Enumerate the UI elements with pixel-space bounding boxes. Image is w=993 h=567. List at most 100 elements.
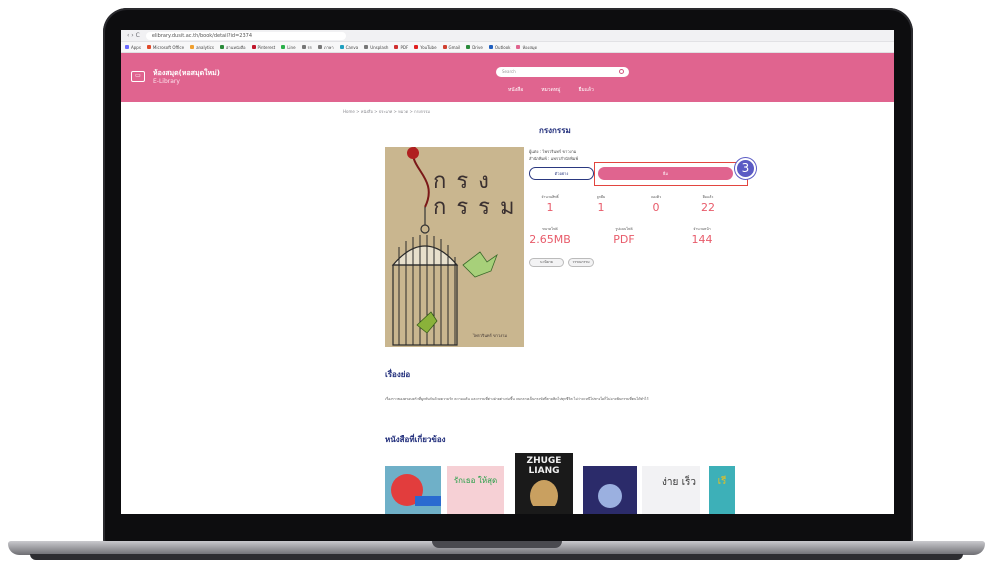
bookmark-item[interactable]: Canva: [339, 45, 358, 50]
bookmark-item[interactable]: PDF: [394, 45, 408, 50]
cover-author: ไพรวรินทร์ ขาวงาม: [473, 333, 508, 338]
nav-item-categories[interactable]: หมวดหมู่: [541, 86, 560, 94]
related-book-1[interactable]: [385, 466, 441, 514]
cover-title-line2: กรรม: [433, 195, 524, 220]
breadcrumb[interactable]: Home > หนังสือ > ประเภท > หมวด > กรงกรรม: [343, 108, 430, 115]
tag-chip[interactable]: วรรณกรรม: [568, 258, 594, 267]
browser-nav-icons[interactable]: ‹ › C: [127, 32, 140, 39]
related-cover-art: [391, 474, 441, 506]
bookmark-item[interactable]: Microsoft Office: [146, 44, 185, 50]
laptop-notch: [432, 541, 562, 548]
step-number-badge: 3: [735, 158, 756, 179]
related-book-3[interactable]: ZHUGE LIANG: [515, 453, 573, 514]
related-title: รักเธอ ให้สุด: [453, 476, 498, 485]
bookmark-label: analytics: [196, 44, 214, 50]
stat-total-borrowed: ยืมแล้ว 22: [683, 194, 733, 214]
bookmark-item[interactable]: Gmail: [442, 44, 461, 50]
bookmark-item[interactable]: YouTube: [414, 44, 437, 50]
bookmark-item[interactable]: Apps: [125, 45, 141, 50]
bookmark-favicon-icon: [146, 45, 151, 49]
url-field[interactable]: elibrary.dusit.ac.th/book/detail?id=2374: [145, 31, 346, 40]
bookmark-item[interactable]: รร: [301, 44, 312, 51]
bookmark-label: รร: [307, 44, 312, 50]
bookmark-item[interactable]: Unsplash: [364, 45, 388, 50]
bookmark-item[interactable]: Drive: [466, 45, 483, 50]
bookmark-label: Unsplash: [370, 44, 389, 50]
book-publisher: สำนักพิมพ์ : แพรวสำนักพิมพ์: [529, 156, 579, 161]
bookmark-label: YouTube: [420, 44, 437, 50]
bookmark-favicon-icon: [414, 45, 419, 49]
related-book-6[interactable]: เรี: [709, 466, 735, 514]
laptop-shadow: [30, 554, 963, 560]
bookmark-item[interactable]: ภาษา: [317, 44, 334, 51]
bookmark-label: PDF: [400, 44, 409, 50]
bookmark-label: ภาษา: [323, 44, 334, 50]
stat-file-format: รูปแบบไฟล์ PDF: [599, 226, 649, 246]
search-icon[interactable]: [619, 69, 624, 74]
bookmark-favicon-icon: [281, 45, 286, 49]
bookmark-favicon-icon: [219, 45, 224, 49]
bookmark-favicon-icon: [317, 45, 322, 49]
bookmark-label: Microsoft Office: [152, 44, 185, 50]
stat-value: 1: [597, 201, 605, 214]
bookmark-favicon-icon: [301, 45, 306, 49]
bookmark-favicon-icon: [339, 45, 344, 49]
laptop-screen: ‹ › C elibrary.dusit.ac.th/book/detail?i…: [121, 30, 894, 514]
bookmark-item[interactable]: Pinterest: [251, 45, 275, 50]
bookmark-item[interactable]: Line: [281, 44, 296, 50]
stat-value: 144: [691, 233, 713, 246]
book-author: ผู้แต่ง : ไพรวรินทร์ ขาวงาม: [529, 149, 577, 154]
related-cover-art: [598, 484, 622, 508]
bookmark-item[interactable]: analytics: [190, 45, 214, 50]
stat-value: PDF: [613, 233, 635, 246]
related-cover-art: [530, 480, 558, 512]
related-heading: หนังสือที่เกี่ยวข้อง: [385, 435, 446, 444]
preview-button[interactable]: ตัวอย่าง: [529, 167, 594, 180]
bookmark-label: Drive: [472, 44, 483, 50]
related-title: เรี: [717, 476, 727, 487]
nav-item-books[interactable]: หนังสือ: [508, 86, 523, 94]
bookmark-label: Line: [287, 44, 296, 50]
book-cover: กรง กรรม ไพรวรินทร์ ขาวงาม: [385, 147, 524, 347]
stat-value: 0: [652, 201, 660, 214]
related-book-2[interactable]: รักเธอ ให้สุด: [447, 466, 504, 514]
stat-rights: จำนวนสิทธิ์ 1: [525, 194, 575, 214]
bookmark-favicon-icon: [394, 45, 399, 49]
synopsis-text: เรื่องราวของครอบครัวที่ผูกพันกันด้วยความ…: [385, 397, 649, 401]
stat-label: จำนวนหน้า: [693, 227, 711, 231]
related-title: ง่าย เร็ว: [662, 477, 696, 488]
bookmark-label: Gmail: [448, 44, 461, 50]
stat-label: จำนวนสิทธิ์: [541, 195, 559, 199]
stat-label: รูปแบบไฟล์: [615, 227, 633, 231]
tag-chip[interactable]: นวนิยาย: [529, 258, 564, 267]
related-book-4[interactable]: [583, 466, 637, 514]
bookmark-item[interactable]: ห้องสมุด: [516, 44, 537, 51]
nav-item-borrowed[interactable]: ยืมแล้ว: [578, 86, 593, 94]
laptop-mockup: ‹ › C elibrary.dusit.ac.th/book/detail?i…: [0, 0, 993, 567]
stat-value: 1: [546, 201, 554, 214]
site-header: ▭ ห้องสมุด(หอสมุดใหม่) E-Library Search …: [121, 53, 894, 102]
bookmark-label: อ่านหนังสือ: [225, 44, 246, 50]
bookmark-label: ห้องสมุด: [522, 44, 538, 50]
search-input[interactable]: Search: [496, 67, 629, 77]
browser-address-bar: ‹ › C elibrary.dusit.ac.th/book/detail?i…: [121, 30, 894, 42]
related-book-5[interactable]: ง่าย เร็ว: [642, 466, 700, 514]
book-logo-icon[interactable]: ▭: [131, 71, 145, 82]
stat-label: ถูกยืม: [596, 195, 606, 199]
cover-title-line1: กรง: [433, 169, 499, 194]
stat-label: ยืมแล้ว: [702, 195, 714, 199]
tutorial-highlight: [594, 162, 748, 186]
stat-value: 22: [701, 201, 715, 214]
bookmark-favicon-icon: [442, 45, 447, 49]
book-title: กรงกรรม: [539, 126, 571, 135]
bookmark-favicon-icon: [190, 45, 195, 49]
search-placeholder: Search: [502, 69, 516, 74]
bookmark-item[interactable]: อ่านหนังสือ: [219, 44, 246, 51]
bookmark-label: Outlook: [494, 44, 511, 50]
bookmark-label: Apps: [131, 44, 141, 50]
synopsis-heading: เรื่องย่อ: [385, 370, 411, 379]
bookmark-favicon-icon: [466, 45, 471, 49]
related-title: ZHUGE LIANG: [526, 456, 562, 476]
bookmark-item[interactable]: Outlook: [488, 44, 511, 50]
bookmark-favicon-icon: [516, 45, 521, 49]
